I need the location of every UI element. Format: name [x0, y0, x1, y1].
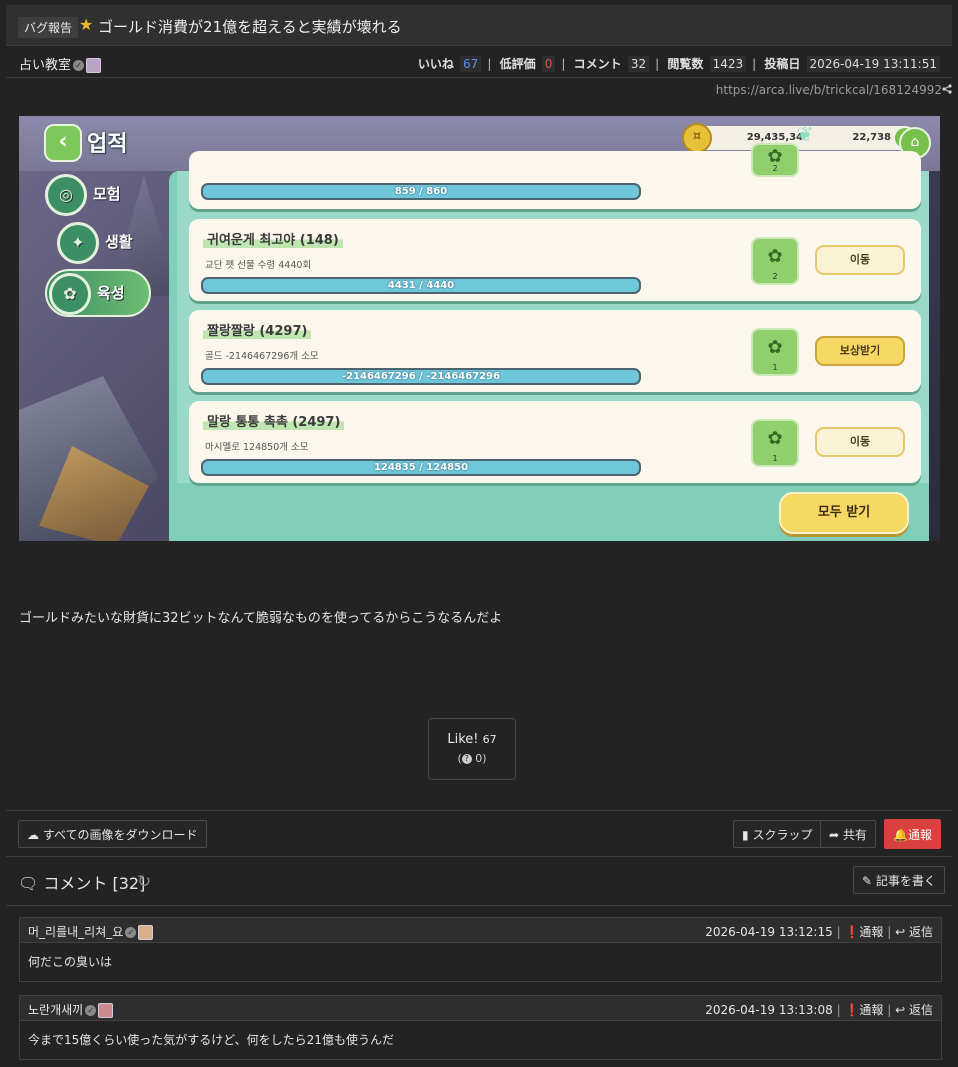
views-label: 閲覧数 — [667, 57, 704, 71]
game-tab-growth: ✿ 육성 — [45, 269, 151, 317]
divider — [6, 856, 952, 857]
bookmark-icon: ▮ — [742, 828, 749, 842]
comments-count: 32 — [627, 56, 650, 72]
post-title: ゴールド消費が21億を超えると実績が壊れる — [98, 18, 402, 36]
comment-reply-link[interactable]: ↩ 返信 — [895, 1003, 933, 1017]
comment-report-link[interactable]: ❗通報 — [844, 1003, 883, 1017]
report-button[interactable]: 🔔通報 — [884, 819, 941, 849]
verified-icon: ✓ — [73, 60, 85, 71]
bell-icon: 🔔 — [893, 828, 908, 842]
author[interactable]: 占い教室 ✓ — [19, 54, 102, 73]
comment-author[interactable]: 노란개새끼 ✓ — [28, 1001, 114, 1018]
cloud-download-icon: ☁ — [27, 828, 39, 842]
avatar — [98, 1003, 114, 1018]
dislike-count: 0 — [475, 752, 483, 765]
avatar — [138, 925, 154, 940]
write-post-button[interactable]: ✎ 記事を書く — [853, 866, 945, 894]
refresh-icon[interactable]: ↻ — [137, 872, 151, 892]
comment-date: 2026-04-19 13:12:15 — [705, 925, 833, 939]
reward-icon: ✿ 1 — [751, 419, 799, 467]
reward-icon: ✿ 1 — [751, 328, 799, 376]
like-label: Like! — [447, 732, 479, 747]
dislikes-count: 0 — [541, 56, 556, 72]
comment-reply-link[interactable]: ↩ 返信 — [895, 925, 933, 939]
post-title-bar: バグ報告 ★ ゴールド消費が21億を超えると実績が壊れる — [6, 5, 952, 46]
question-icon: ? — [461, 754, 472, 764]
share-icon[interactable] — [942, 84, 952, 94]
reward-icon: ✿ 2 — [751, 237, 799, 285]
game-title: 업적 — [87, 132, 128, 157]
progress-bar: 859 / 860 — [201, 183, 641, 200]
comments-label: コメント — [573, 57, 622, 71]
growth-icon: ✿ — [49, 272, 91, 315]
gold-coin-icon: ¤ — [682, 123, 712, 153]
dislike-count-area[interactable]: (? 0) — [429, 752, 515, 765]
post-image[interactable]: ‹ 업적 ¤ 29,435,342 + ❦ 22,738 + ⌂ ◎모험 ✦생활… — [19, 116, 940, 541]
achievement-card-partial: 859 / 860 ✿ 2 — [189, 143, 921, 209]
game-move-button: 이동 — [815, 245, 905, 275]
post-url[interactable]: https://arca.live/b/trickcal/168124992 — [716, 83, 942, 97]
comment: 머_리를내_리쳐_요 ✓ 2026-04-19 13:12:15 | ❗通報 | … — [19, 917, 942, 982]
divider — [6, 905, 952, 906]
comment: 노란개새끼 ✓ 2026-04-19 13:13:08 | ❗通報 | ↩ 返信 … — [19, 995, 942, 1060]
achievement-card: 귀여운게 최고야 (148) 교단 펫 선물 수령 4440회 4431 / 4… — [189, 219, 921, 301]
achievement-title: 귀여운게 최고야 (148) — [203, 229, 343, 248]
adventure-icon: ◎ — [45, 173, 87, 216]
achievement-title: 말랑 통통 촉촉 (2497) — [203, 411, 345, 430]
divider — [6, 810, 952, 811]
share-arrow-icon: ➦ — [829, 828, 840, 842]
download-all-button[interactable]: ☁ すべての画像をダウンロード — [18, 820, 207, 848]
comments-icon: 🗨 — [18, 874, 39, 893]
comment-text: 何だこの臭いは — [28, 955, 113, 969]
progress-bar: 124835 / 124850 — [201, 459, 641, 476]
post-body-text: ゴールドみたいな財貨に32ビットなんて脆弱なものを使ってるからこうなるんだよ — [19, 611, 503, 626]
star-icon: ★ — [79, 15, 94, 34]
date-label: 投稿日 — [764, 57, 801, 71]
like-count: 67 — [482, 733, 497, 746]
achievement-desc: 마시멜로 124850개 소모 — [205, 442, 309, 453]
author-name[interactable]: 占い教室 — [19, 58, 71, 73]
game-tab-life: ✦ 생활 — [57, 220, 133, 264]
achievement-card: 말랑 통통 촉촉 (2497) 마시멜로 124850개 소모 124835 /… — [189, 401, 921, 483]
likes-label: いいね — [417, 57, 454, 71]
post-info-row: 占い教室 ✓ いいね 67 | 低評価 0 | コメント 32 | 閲覧数 1423 | … — [6, 46, 952, 78]
edit-icon: ✎ — [862, 874, 873, 888]
progress-bar: 4431 / 4440 — [201, 277, 641, 294]
like-button[interactable]: Like! 67 (? 0) — [428, 718, 516, 780]
game-tab-adventure: ◎ 모험 — [45, 172, 121, 216]
achievement-title: 짤랑짤랑 (4297) — [203, 320, 312, 339]
achievement-card: 짤랑짤랑 (4297) 골드 -2146467296개 소모 -21464672… — [189, 310, 921, 392]
game-claim-all-button: 모두 받기 — [779, 492, 909, 534]
achievement-panel: 859 / 860 ✿ 2 귀여운게 최고야 (148) 교단 펫 선물 수령 4… — [169, 143, 929, 541]
avatar — [86, 58, 102, 73]
comments-heading: 🗨 コメント [32] — [18, 874, 146, 893]
post-stats: いいね 67 | 低評価 0 | コメント 32 | 閲覧数 1423 | 投稿日 20… — [418, 55, 942, 72]
game-move-button: 이동 — [815, 427, 905, 457]
views-count: 1423 — [709, 56, 747, 72]
comment-text: 今まで15億くらい使った気がするけど、何をしたら21億も使うんだ — [28, 1033, 394, 1047]
gem-amount: 22,738 — [852, 132, 891, 143]
comment-author[interactable]: 머_리를내_리쳐_요 ✓ — [28, 923, 154, 940]
dislikes-label: 低評価 — [499, 57, 536, 71]
scrap-button[interactable]: ▮ スクラップ — [733, 820, 822, 848]
game-claim-button: 보상받기 — [815, 336, 905, 366]
game-back-icon: ‹ — [44, 124, 82, 162]
gem-icon: ❦ — [796, 122, 814, 146]
verified-icon: ✓ — [85, 1005, 97, 1016]
comment-date: 2026-04-19 13:13:08 — [705, 1003, 833, 1017]
progress-bar: -2146467296 / -2146467296 — [201, 368, 641, 385]
achievement-desc: 골드 -2146467296개 소모 — [205, 351, 319, 362]
category-badge[interactable]: バグ報告 — [18, 17, 79, 38]
comment-report-link[interactable]: ❗通報 — [844, 925, 883, 939]
reward-icon: ✿ 2 — [751, 143, 799, 177]
share-button[interactable]: ➦ 共有 — [820, 820, 876, 848]
life-icon: ✦ — [57, 221, 99, 264]
achievement-desc: 교단 펫 선물 수령 4440회 — [205, 260, 312, 271]
verified-icon: ✓ — [125, 927, 137, 938]
post-date: 2026-04-19 13:11:51 — [806, 56, 940, 72]
likes-count: 67 — [460, 56, 482, 72]
